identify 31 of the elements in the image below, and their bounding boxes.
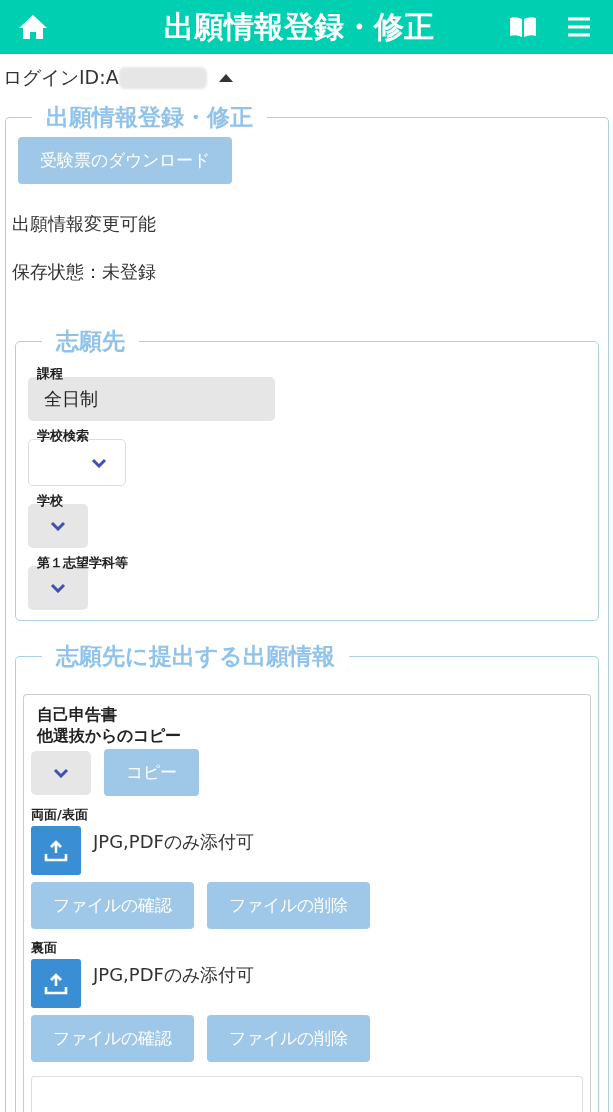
upload-icon [44, 839, 68, 862]
login-id-label: ログインID:A [3, 65, 119, 90]
book-icon[interactable] [509, 16, 537, 38]
file-button[interactable]: ファイルの確認 [31, 882, 194, 929]
field-label: 裏面 [31, 939, 58, 957]
status-text: 保存状態：未登録 [12, 260, 157, 284]
panel-legend: 志願先 [42, 326, 139, 357]
file-button[interactable]: ファイルの確認 [31, 1015, 194, 1062]
status-text: 出願情報変更可能 [12, 212, 157, 236]
panel-legend: 出願情報登録・修正 [32, 102, 267, 133]
chevron-down-icon [91, 457, 107, 468]
file-button[interactable]: ファイルの削除 [207, 882, 370, 929]
file-type-note: JPG,PDFのみ添付可 [93, 830, 254, 854]
copy-button[interactable]: コピー [104, 749, 199, 796]
home-icon[interactable] [18, 14, 48, 40]
chevron-down-icon [50, 583, 66, 593]
file-type-note: JPG,PDFのみ添付可 [93, 963, 254, 987]
chevron-down-icon [50, 521, 66, 531]
upload-button[interactable] [31, 826, 81, 875]
upload-icon [44, 972, 68, 995]
chevron-down-icon [53, 767, 69, 778]
document-title: 自己申告書 [37, 705, 118, 726]
upload-button[interactable] [31, 959, 81, 1008]
field-label: 両面/表面 [31, 806, 89, 824]
download-button[interactable]: 受験票のダウンロード [18, 137, 232, 184]
caret-icon[interactable] [218, 73, 233, 83]
panel-legend: 志願先に提出する出願情報 [42, 641, 349, 672]
file-button[interactable]: ファイルの削除 [207, 1015, 370, 1062]
select-field[interactable] [31, 750, 91, 795]
page-title: 出願情報登録・修正 [162, 7, 435, 46]
field-label: 他選抜からのコピー [37, 726, 182, 747]
